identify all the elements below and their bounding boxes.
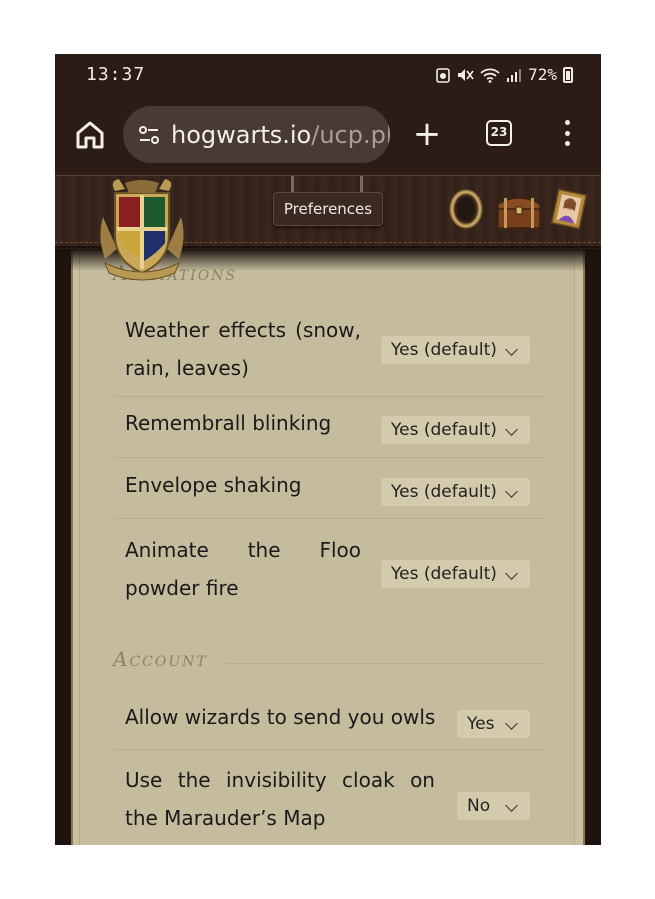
setting-label: Use the invisibility cloak on the Maraud… [125, 768, 435, 830]
select-value: Yes [467, 714, 495, 734]
treasure-chest-icon[interactable] [495, 190, 543, 230]
url-domain: hogwarts.io [171, 120, 312, 149]
row-divider [113, 749, 545, 750]
portrait-frame-icon[interactable] [549, 188, 589, 230]
setting-row-remembrall: Remembrall blinking Yes (default) [113, 402, 545, 454]
chevron-down-icon [505, 343, 518, 356]
setting-row-cloak: Use the invisibility cloak on the Maraud… [113, 757, 545, 843]
hanger-chain-right [360, 176, 363, 192]
remembrall-blinking-select[interactable]: Yes (default) [381, 416, 530, 444]
content-area: Animations Weather effects (snow, rain, … [55, 249, 601, 845]
setting-row-floo: Animate the Floo powder fire Yes (defaul… [113, 527, 545, 613]
select-value: Yes (default) [391, 564, 497, 584]
site-settings-icon[interactable] [137, 123, 161, 147]
row-divider [113, 396, 545, 397]
battery-icon [563, 66, 573, 83]
setting-row-envelope: Envelope shaking Yes (default) [113, 464, 545, 516]
status-time: 13:37 [86, 64, 146, 85]
allow-owls-select[interactable]: Yes [457, 710, 530, 738]
section-rule [227, 663, 545, 664]
weather-effects-select[interactable]: Yes (default) [381, 336, 530, 364]
battery-percent: 72% [528, 65, 557, 84]
phone-screen: 13:37 72% hogwarts.io/ucp.pl + 23 Prefer… [55, 54, 601, 845]
chevron-down-icon [505, 423, 518, 436]
select-value: Yes (default) [391, 340, 497, 360]
setting-row-weather: Weather effects (snow, rain, leaves) Yes… [113, 307, 545, 393]
new-tab-icon[interactable]: + [411, 112, 443, 156]
signal-icon [507, 68, 522, 82]
floo-fire-select[interactable]: Yes (default) [381, 560, 530, 588]
tab-switcher-button[interactable]: 23 [486, 120, 512, 146]
more-menu-icon[interactable] [557, 118, 577, 148]
chevron-down-icon [505, 485, 518, 498]
invisibility-cloak-select[interactable]: No [457, 792, 530, 820]
status-icons: 72% [436, 65, 573, 84]
row-divider [113, 457, 545, 458]
hogwarts-crest-logo[interactable] [95, 177, 189, 281]
setting-label: Allow wizards to send you owls [125, 705, 436, 729]
setting-row-owls: Allow wizards to send you owls Yes [113, 696, 545, 748]
address-bar[interactable]: hogwarts.io/ucp.pl [123, 106, 390, 163]
setting-label: Animate the Floo powder fire [125, 538, 361, 600]
setting-label: Remembrall blinking [125, 411, 332, 435]
url-path: /ucp.pl [311, 120, 390, 149]
ring-icon[interactable] [448, 189, 484, 229]
select-value: No [467, 796, 491, 816]
chevron-down-icon [505, 717, 518, 730]
browser-toolbar: hogwarts.io/ucp.pl + 23 [55, 98, 601, 174]
url-text[interactable]: hogwarts.io/ucp.pl [171, 121, 390, 149]
hanger-chain-left [291, 176, 294, 192]
chevron-down-icon [505, 567, 518, 580]
wifi-icon [480, 68, 500, 83]
section-title-account: Account [113, 647, 208, 671]
home-icon[interactable] [73, 118, 107, 152]
select-value: Yes (default) [391, 482, 497, 502]
screenshot-icon [436, 67, 450, 83]
preferences-sign[interactable]: Preferences [273, 192, 383, 226]
select-value: Yes (default) [391, 420, 497, 440]
setting-label: Envelope shaking [125, 473, 302, 497]
envelope-shaking-select[interactable]: Yes (default) [381, 478, 530, 506]
status-bar: 13:37 72% [55, 54, 601, 94]
mute-icon [458, 68, 474, 81]
setting-label: Weather effects (snow, rain, leaves) [125, 318, 361, 380]
chevron-down-icon [505, 799, 518, 812]
row-divider [113, 518, 545, 519]
